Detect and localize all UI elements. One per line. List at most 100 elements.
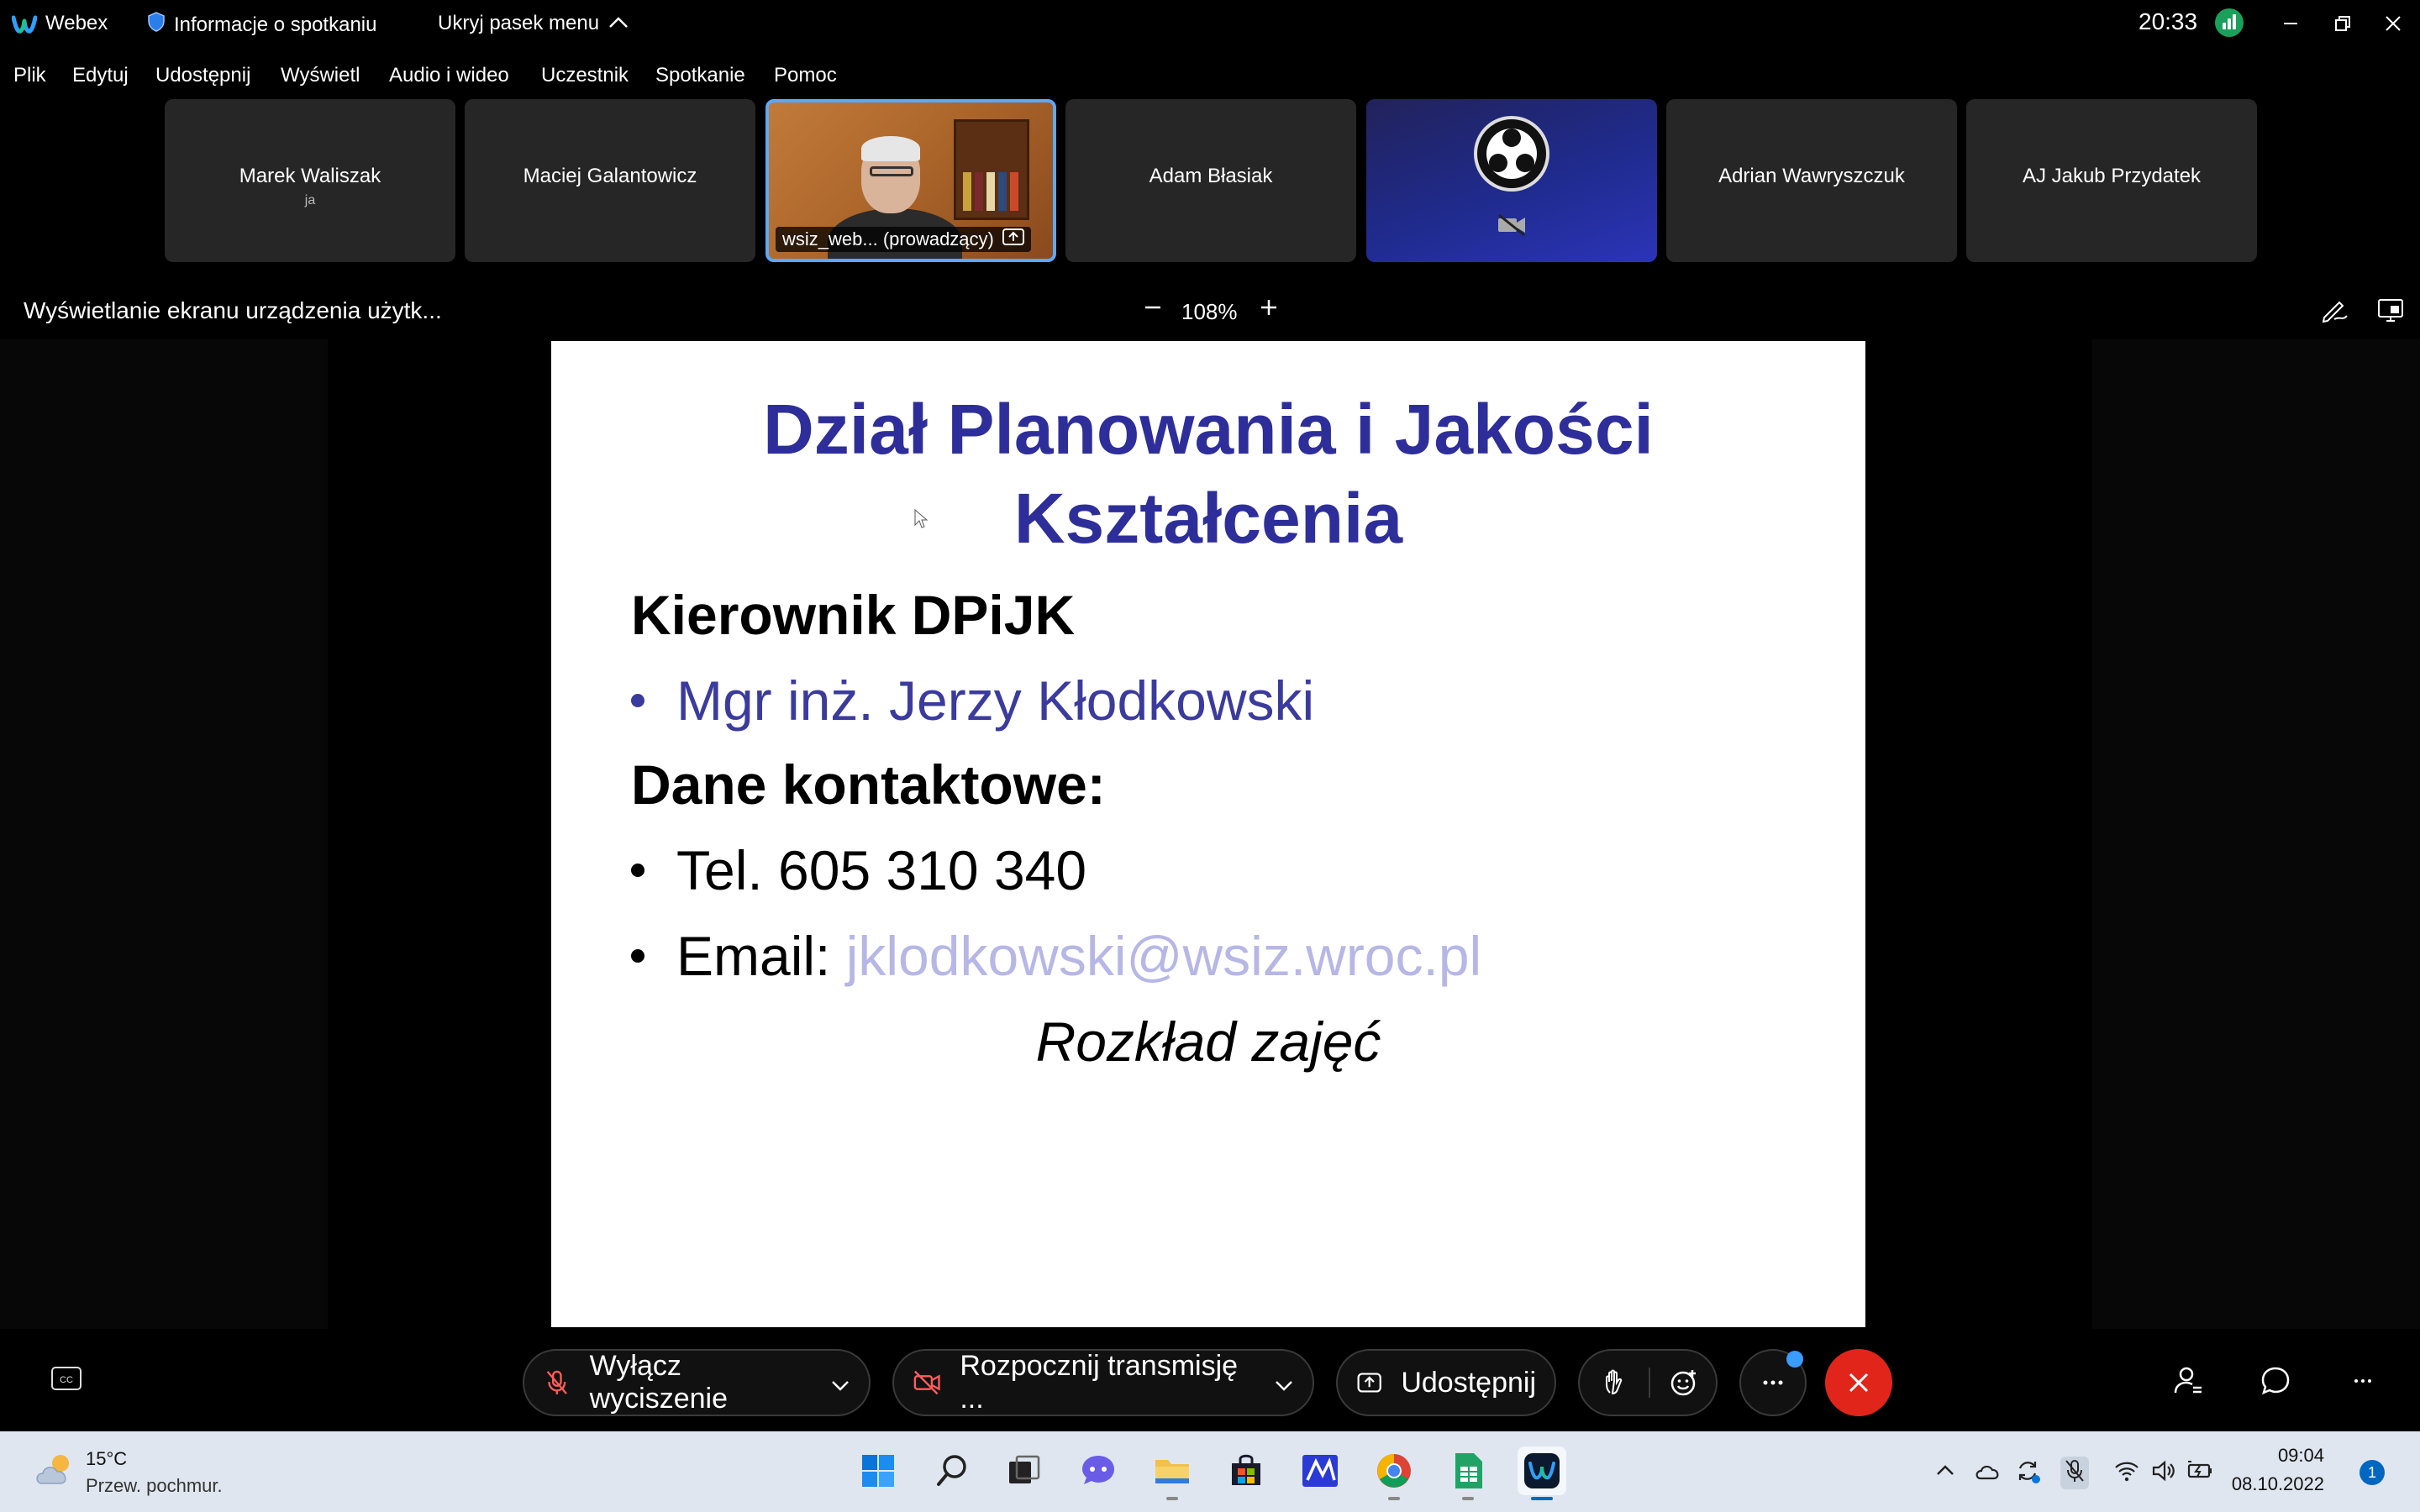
raise-hand-button[interactable] (1581, 1351, 1649, 1415)
menu-wyswietl[interactable]: Wyświetl (281, 64, 360, 87)
minimize-button[interactable] (2274, 8, 2307, 39)
chevron-down-icon[interactable] (830, 1367, 850, 1399)
restore-button[interactable] (2326, 8, 2360, 39)
title-bar: Webex Informacje o spotkaniu Ukryj pasek… (0, 0, 2420, 50)
store-icon (1232, 1454, 1260, 1485)
share-header: Wyświetlanie ekranu urządzenia użytk... … (0, 289, 2420, 336)
menu-audio-wideo[interactable]: Audio i wideo (389, 64, 509, 87)
chrome-icon (1377, 1454, 1411, 1488)
folder-icon (1155, 1460, 1189, 1483)
share-left-margin (0, 339, 328, 1329)
menu-plik[interactable]: Plik (13, 64, 46, 87)
chevron-up-icon (608, 12, 629, 35)
sharing-icon (1002, 228, 1024, 250)
chat-button[interactable] (2259, 1364, 2292, 1402)
bookshelf-image (954, 119, 1029, 220)
menu-edytuj[interactable]: Edytuj (72, 64, 129, 87)
participant-tile[interactable]: Maciej Galantowicz (465, 99, 755, 262)
taskbar-date[interactable]: 08.10.2022 (2230, 1473, 2324, 1495)
participant-name: AJ Jakub Przydatek (2022, 165, 2202, 187)
emoji-add-icon (1670, 1370, 1696, 1396)
person-hair (861, 136, 920, 161)
network-quality-icon[interactable] (2215, 8, 2244, 37)
chat-icon (2261, 1367, 2290, 1395)
slide-bullet-email: Email: jklodkowski@wsiz.wroc.pl (631, 924, 1481, 988)
notification-count-badge[interactable]: 1 (2360, 1460, 2385, 1485)
start-video-button[interactable]: Rozpocznij transmisję ... (892, 1349, 1314, 1416)
participant-tile[interactable] (1366, 99, 1657, 262)
presenter-label: wsiz_web... (prowadzący) (776, 227, 1031, 252)
start-button[interactable] (854, 1446, 902, 1495)
microphone-tray-button[interactable] (2060, 1457, 2089, 1489)
participants-button[interactable] (2171, 1364, 2205, 1402)
store-button[interactable] (1222, 1446, 1270, 1495)
unmute-label: Wyłącz wyciszenie (589, 1350, 729, 1415)
person-name: Mgr inż. Jerzy Kłodkowski (676, 669, 1315, 732)
share-label: Udostępnij (1401, 1366, 1536, 1399)
minus-icon (1145, 306, 1160, 309)
menu-spotkanie[interactable]: Spotkanie (655, 64, 745, 87)
teams-chat-button[interactable] (1074, 1446, 1123, 1495)
participant-tile[interactable]: Marek Waliszak ja (165, 99, 455, 262)
task-view-button[interactable] (1000, 1446, 1049, 1495)
leave-meeting-button[interactable] (1825, 1349, 1892, 1416)
menu-uczestnik[interactable]: Uczestnik (541, 64, 629, 87)
reactions-button[interactable] (1650, 1351, 1718, 1415)
participant-tile[interactable]: Adam Błasiak (1065, 99, 1356, 262)
weather-description[interactable]: Przew. pochmur. (86, 1475, 223, 1497)
close-icon (1849, 1373, 1869, 1393)
file-explorer-button[interactable] (1148, 1446, 1197, 1500)
active-speaker-tile[interactable]: wsiz_web... (prowadzący) (765, 99, 1056, 262)
obs-logo-icon (1474, 116, 1549, 192)
taskbar-clock[interactable]: 09:04 (2230, 1445, 2324, 1467)
view-options-button[interactable] (2376, 297, 2405, 327)
close-window-button[interactable] (2376, 8, 2410, 39)
share-screen-icon (1357, 1373, 1381, 1393)
visual-studio-button[interactable] (1296, 1446, 1344, 1495)
sync-icon (2018, 1462, 2040, 1483)
chrome-button[interactable] (1370, 1446, 1418, 1500)
wifi-icon (2115, 1462, 2139, 1482)
start-video-label: Rozpocznij transmisję ... (960, 1350, 1239, 1415)
slide-title-line-2: Kształcenia (1013, 479, 1403, 558)
volume-button[interactable] (2149, 1457, 2178, 1489)
unmute-button[interactable]: Wyłącz wyciszenie (523, 1349, 871, 1416)
weather-temperature[interactable]: 15°C (86, 1448, 127, 1470)
hide-menu-button[interactable]: Ukryj pasek menu (438, 12, 629, 35)
spreadsheet-button[interactable] (1444, 1446, 1492, 1500)
battery-button[interactable] (2186, 1457, 2215, 1489)
active-indicator (1531, 1497, 1553, 1500)
participant-tile[interactable]: Adrian Wawryszczuk (1666, 99, 1957, 262)
hide-menu-label: Ukryj pasek menu (438, 12, 600, 34)
chevron-down-icon[interactable] (1274, 1367, 1294, 1399)
share-button[interactable]: Udostępnij (1336, 1349, 1556, 1416)
screen-view-icon (2378, 299, 2403, 322)
cloud-icon (1975, 1465, 1999, 1480)
schedule-link[interactable]: Rozkład zajęć (551, 1010, 1865, 1074)
search-button[interactable] (928, 1446, 976, 1495)
annotate-button[interactable] (2321, 297, 2349, 327)
spreadsheet-icon (1455, 1453, 1482, 1488)
wifi-button[interactable] (2112, 1457, 2141, 1489)
more-panels-button[interactable] (2346, 1364, 2380, 1402)
ellipsis-icon (1763, 1380, 1783, 1385)
presentation-slide: Dział Planowania i Jakości Kształcenia K… (551, 341, 1865, 1327)
captions-button[interactable]: CC (50, 1366, 82, 1395)
participant-self-label: ja (304, 193, 316, 207)
zoom-out-button[interactable] (1139, 294, 1166, 321)
participant-tile[interactable]: AJ Jakub Przydatek (1966, 99, 2257, 262)
onedrive-button[interactable] (1973, 1457, 2002, 1489)
camera-off-icon (1497, 213, 1527, 241)
menu-udostepnij[interactable]: Udostępnij (155, 64, 250, 87)
zoom-in-button[interactable] (1255, 294, 1282, 321)
windows-taskbar: 15°C Przew. pochmur. 09:04 08.10.2022 1 (0, 1431, 2420, 1512)
weather-cloud-icon[interactable] (32, 1452, 77, 1493)
email-label: Email: (676, 925, 846, 987)
meeting-info-button[interactable]: Informacje o spotkaniu (147, 12, 376, 38)
webex-taskbar-button[interactable] (1518, 1446, 1566, 1500)
bullet-icon (631, 949, 644, 963)
email-link[interactable]: jklodkowski@wsiz.wroc.pl (846, 924, 1482, 988)
menu-pomoc[interactable]: Pomoc (774, 64, 837, 87)
show-hidden-icons-button[interactable] (1931, 1457, 1960, 1489)
sync-button[interactable] (2013, 1457, 2042, 1489)
